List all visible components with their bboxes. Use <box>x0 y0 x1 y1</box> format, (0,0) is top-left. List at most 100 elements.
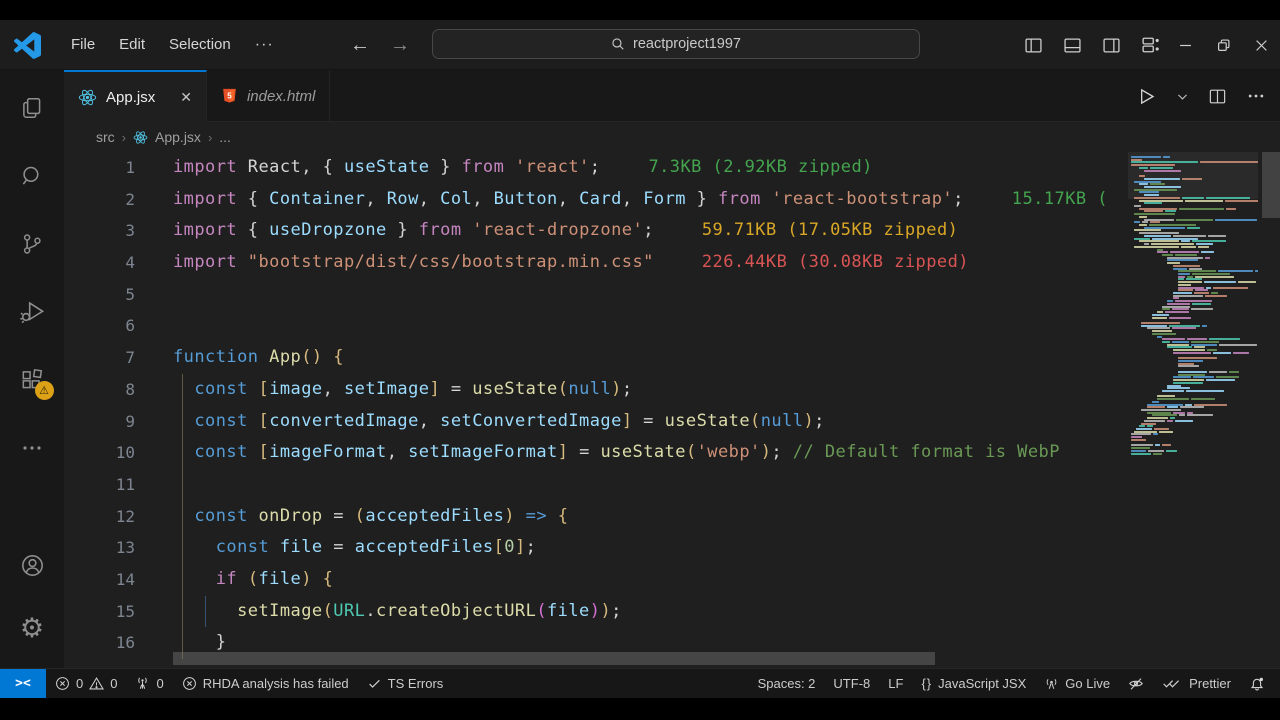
tab-app-jsx[interactable]: App.jsx ✕ <box>64 70 207 122</box>
close-window-button[interactable] <box>1242 20 1280 70</box>
menu-file[interactable]: File <box>59 20 107 70</box>
spaces-label: Spaces: 2 <box>757 676 816 691</box>
prettier-label: Prettier <box>1189 676 1231 691</box>
line-number: 11 <box>115 474 135 494</box>
run-file-icon[interactable] <box>1136 86 1157 107</box>
title-bar: File Edit Selection ··· ← → reactproject… <box>0 20 1280 70</box>
go-live-status[interactable]: Go Live <box>1035 669 1119 698</box>
line-number: 12 <box>115 506 135 526</box>
line-number: 4 <box>125 253 135 273</box>
error-icon <box>56 677 69 690</box>
run-debug-icon[interactable] <box>19 298 46 325</box>
import-cost-annotation: 226.44KB (30.08KB zipped) <box>701 252 969 273</box>
extensions-icon[interactable]: ⚠ <box>19 366 54 400</box>
vscode-window: File Edit Selection ··· ← → reactproject… <box>0 0 1280 720</box>
split-editor-icon[interactable] <box>1208 87 1227 106</box>
rhda-label: RHDA analysis has failed <box>202 676 349 691</box>
svg-text:5: 5 <box>227 92 232 101</box>
code-line: 2 import { Container, Row, Col, Button, C… <box>64 184 1280 216</box>
warning-count: 0 <box>110 676 118 691</box>
line-number: 2 <box>125 189 135 209</box>
menu-more-ellipsis[interactable]: ··· <box>243 36 286 54</box>
problems-status[interactable]: 0 0 <box>46 669 126 698</box>
account-icon[interactable] <box>19 552 46 579</box>
check-icon <box>368 679 380 688</box>
toggle-sidebar-icon[interactable] <box>1025 37 1042 54</box>
tab-bar: App.jsx ✕ 5 index.html <box>64 70 1280 122</box>
braces-icon: {} <box>921 676 933 691</box>
ts-errors-status[interactable]: TS Errors <box>358 669 453 698</box>
search-sidebar-icon[interactable] <box>19 162 46 189</box>
go-live-label: Go Live <box>1065 676 1111 691</box>
broadcast-icon <box>1046 678 1057 689</box>
tab-close-icon[interactable]: ✕ <box>180 89 192 106</box>
react-file-icon <box>133 130 148 144</box>
line-number: 5 <box>125 284 135 304</box>
prettier-status[interactable]: Prettier <box>1153 669 1240 698</box>
extensions-warning-badge: ⚠ <box>34 381 54 400</box>
editor-group: App.jsx ✕ 5 index.html src › App.jsx › .… <box>64 70 1280 668</box>
import-cost-annotation: 15.17KB ( <box>1011 188 1108 209</box>
encoding-label: UTF-8 <box>833 676 871 691</box>
remote-indicator[interactable]: >< <box>0 669 46 698</box>
ports-status[interactable]: 0 <box>126 669 172 698</box>
menu-selection[interactable]: Selection <box>157 20 243 70</box>
restore-button[interactable] <box>1204 20 1242 70</box>
language-label: JavaScript JSX <box>938 676 1027 691</box>
error-icon <box>182 677 196 690</box>
chevron-right-icon: › <box>207 129 213 145</box>
encoding-status[interactable]: UTF-8 <box>824 669 879 698</box>
horizontal-scrollbar[interactable] <box>173 652 935 665</box>
status-bar: >< 0 0 0 RHDA analysis has failed TS Err… <box>0 668 1280 698</box>
letterbox-bottom <box>0 698 1280 720</box>
line-number: 6 <box>125 316 135 336</box>
menu-edit[interactable]: Edit <box>107 20 157 70</box>
source-control-icon[interactable] <box>19 230 46 257</box>
settings-gear-icon[interactable]: ⚙ <box>19 615 46 642</box>
rhda-status[interactable]: RHDA analysis has failed <box>173 669 358 698</box>
code-editor[interactable]: 1 import React, { useState } from 'react'… <box>64 152 1280 668</box>
notifications-status[interactable] <box>1240 669 1274 698</box>
nav-forward-icon[interactable]: → <box>390 34 410 57</box>
search-icon <box>612 38 624 50</box>
react-file-icon <box>78 89 97 105</box>
editor-more-actions-icon[interactable] <box>1246 86 1266 106</box>
eol-status[interactable]: LF <box>879 669 912 698</box>
breadcrumb: src › App.jsx › ... <box>64 122 1280 152</box>
vscode-logo-icon[interactable] <box>14 31 41 59</box>
vertical-scrollbar[interactable] <box>1262 152 1280 218</box>
tab-label: App.jsx <box>106 88 156 106</box>
run-dropdown-chevron-icon[interactable] <box>1176 90 1189 103</box>
error-count: 0 <box>76 676 84 691</box>
tab-index-html[interactable]: 5 index.html <box>207 70 331 122</box>
minimap[interactable] <box>1128 152 1258 668</box>
indentation-status[interactable]: Spaces: 2 <box>749 669 825 698</box>
code-line: 7 function App() { <box>64 342 1280 374</box>
code-line: 12 const onDrop = (acceptedFiles) => { <box>64 500 1280 533</box>
letterbox-top <box>0 0 1280 20</box>
breadcrumb-symbol[interactable]: ... <box>219 129 231 145</box>
code-line: 8 const [image, setImage] = useState(nul… <box>64 373 1280 406</box>
eye-slash-status[interactable] <box>1119 669 1153 698</box>
explorer-icon[interactable] <box>19 94 46 121</box>
toggle-secondary-sidebar-icon[interactable] <box>1103 37 1120 54</box>
customize-layout-icon[interactable] <box>1142 36 1160 54</box>
line-number: 14 <box>115 569 135 589</box>
import-cost-annotation: 59.71KB (17.05KB zipped) <box>701 220 959 241</box>
toggle-panel-icon[interactable] <box>1064 37 1081 54</box>
activity-more-icon[interactable] <box>19 434 46 461</box>
minimize-button[interactable] <box>1166 20 1204 70</box>
breadcrumb-src[interactable]: src <box>96 129 115 145</box>
nav-back-icon[interactable]: ← <box>350 34 370 57</box>
activity-bar: ⚠ ⚙ <box>0 70 64 668</box>
radio-tower-icon <box>138 677 148 689</box>
code-line: 6 <box>64 310 1280 342</box>
code-line: 4 import "bootstrap/dist/css/bootstrap.mi… <box>64 247 1280 279</box>
line-number: 10 <box>115 443 135 463</box>
import-cost-annotation: 7.3KB (2.92KB zipped) <box>648 157 873 177</box>
code-line: 9 const [convertedImage, setConvertedIma… <box>64 405 1280 438</box>
breadcrumb-file[interactable]: App.jsx <box>155 129 201 145</box>
chevron-right-icon: › <box>121 129 127 145</box>
command-center-search[interactable]: reactproject1997 <box>432 29 920 59</box>
language-mode-status[interactable]: {} JavaScript JSX <box>912 669 1035 698</box>
